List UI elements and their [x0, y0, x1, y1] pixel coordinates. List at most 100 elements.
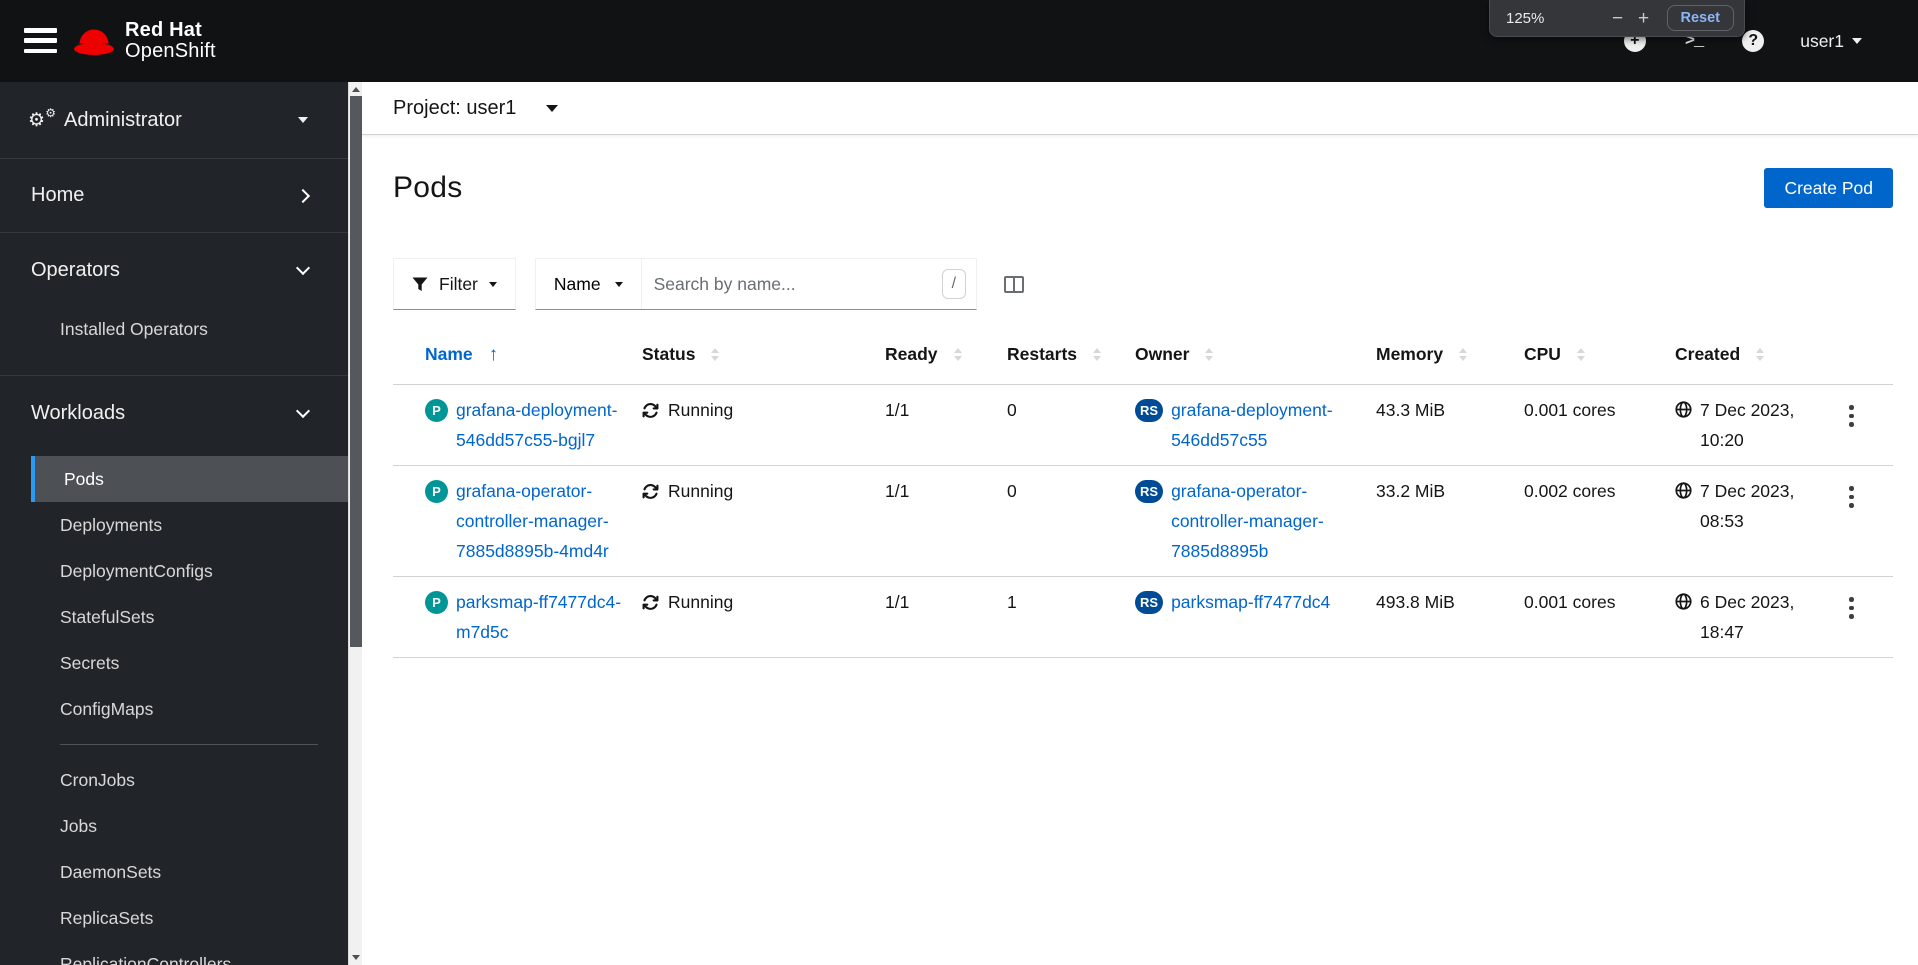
caret-down-icon: [614, 282, 623, 291]
owner-link[interactable]: grafana-operator-controller-manager-7885…: [1171, 476, 1360, 566]
sidebar-item-cronjobs[interactable]: CronJobs: [0, 757, 348, 803]
search-attribute-dropdown[interactable]: Name: [535, 259, 642, 309]
keyboard-shortcut-badge: /: [941, 269, 966, 299]
sidebar-section-operators[interactable]: Operators: [0, 233, 348, 307]
column-header-cpu[interactable]: CPU: [1524, 344, 1675, 365]
sidebar-item-replicationcontrollers[interactable]: ReplicationControllers: [0, 941, 348, 965]
user-menu[interactable]: user1: [1800, 31, 1862, 52]
project-selector[interactable]: Project: user1: [362, 82, 1918, 135]
chevron-down-icon: [295, 260, 311, 276]
memory-cell: 43.3 MiB: [1376, 400, 1446, 420]
caret-down-icon: [298, 117, 308, 128]
scrollbar-up-arrow-icon[interactable]: [349, 82, 363, 96]
sidebar-item-installed-operators[interactable]: Installed Operators: [0, 307, 348, 351]
perspective-switcher[interactable]: ⚙ ⚙ Administrator: [0, 82, 348, 159]
header-label: Status: [642, 344, 696, 364]
header-label: CPU: [1524, 344, 1561, 364]
sort-icon: [1756, 344, 1765, 365]
manage-columns-button[interactable]: [1003, 258, 1024, 310]
sidebar-item-deployments[interactable]: Deployments: [0, 502, 348, 548]
scrollbar-thumb[interactable]: [350, 96, 362, 647]
globe-timestamp-icon: [1675, 593, 1692, 610]
table-header-row: Name ↑ Status Ready Restarts Owner Memor…: [393, 325, 1893, 385]
caret-down-icon: [546, 104, 559, 118]
pod-name-link[interactable]: grafana-deployment-546dd57c55-bgjl7: [456, 395, 626, 455]
sync-running-icon: [642, 484, 659, 499]
globe-timestamp-icon: [1675, 401, 1692, 418]
search-box: /: [641, 259, 976, 309]
sort-icon: [1093, 344, 1102, 365]
filter-dropdown[interactable]: Filter: [393, 258, 516, 310]
row-kebab-menu[interactable]: [1845, 398, 1858, 434]
created-timestamp: 7 Dec 2023, 08:53: [1700, 481, 1795, 531]
sidebar-item-configmaps[interactable]: ConfigMaps: [0, 686, 348, 732]
section-label: Home: [31, 184, 85, 206]
filter-label: Filter: [439, 273, 478, 294]
column-header-created[interactable]: Created: [1675, 344, 1845, 365]
column-header-owner[interactable]: Owner: [1135, 344, 1376, 365]
owner-link[interactable]: parksmap-ff7477dc4: [1171, 587, 1330, 647]
status-text: Running: [668, 481, 734, 501]
page-title: Pods: [393, 171, 463, 204]
cpu-cell: 0.001 cores: [1524, 400, 1616, 420]
zoom-in-button[interactable]: +: [1631, 9, 1657, 28]
sidebar-item-replicasets[interactable]: ReplicaSets: [0, 895, 348, 941]
page-header: Pods Create Pod: [393, 161, 1893, 215]
row-kebab-menu[interactable]: [1845, 479, 1858, 515]
replicaset-badge: RS: [1135, 591, 1164, 614]
pod-name-link[interactable]: grafana-operator-controller-manager-7885…: [456, 476, 626, 566]
username: user1: [1800, 30, 1844, 51]
sidebar-section-home[interactable]: Home: [0, 159, 348, 233]
sidebar-item-pods[interactable]: Pods: [31, 456, 348, 502]
status-text: Running: [668, 400, 734, 420]
sort-icon: [1205, 344, 1214, 365]
column-header-ready[interactable]: Ready: [885, 344, 1007, 365]
sort-icon: [1576, 344, 1585, 365]
table-row: P grafana-deployment-546dd57c55-bgjl7 Ru…: [393, 385, 1893, 466]
search-input[interactable]: [641, 273, 942, 295]
sidebar-item-daemonsets[interactable]: DaemonSets: [0, 849, 348, 895]
chevron-down-icon: [295, 403, 311, 419]
nav-divider: [60, 744, 318, 745]
pod-name-link[interactable]: parksmap-ff7477dc4-m7d5c: [456, 587, 626, 647]
cpu-cell: 0.001 cores: [1524, 592, 1616, 612]
sidebar-scrollbar[interactable]: [348, 82, 362, 965]
openshift-logo[interactable]: Red Hat OpenShift: [73, 20, 216, 62]
header-label: Restarts: [1007, 344, 1078, 364]
table-row: P grafana-operator-controller-manager-78…: [393, 466, 1893, 577]
column-header-restarts[interactable]: Restarts: [1007, 344, 1135, 365]
create-pod-button[interactable]: Create Pod: [1764, 168, 1893, 208]
sidebar-item-deploymentconfigs[interactable]: DeploymentConfigs: [0, 548, 348, 594]
memory-cell: 33.2 MiB: [1376, 481, 1446, 501]
table-row: P parksmap-ff7477dc4-m7d5c Running 1/1 1…: [393, 577, 1893, 658]
row-kebab-menu[interactable]: [1845, 590, 1858, 626]
sidebar-item-jobs[interactable]: Jobs: [0, 803, 348, 849]
help-icon[interactable]: ?: [1742, 30, 1765, 52]
sidebar-item-secrets[interactable]: Secrets: [0, 640, 348, 686]
zoom-level: 125%: [1506, 9, 1545, 27]
brand-text: Red Hat OpenShift: [125, 20, 216, 62]
sidebar-nav: ⚙ ⚙ Administrator Home Operators Installe…: [0, 82, 348, 965]
perspective-label: Administrator: [64, 108, 182, 131]
sidebar-item-statefulsets[interactable]: StatefulSets: [0, 594, 348, 640]
scrollbar-down-arrow-icon[interactable]: [349, 951, 363, 965]
nav-toggle-icon[interactable]: [24, 28, 57, 53]
column-header-memory[interactable]: Memory: [1376, 344, 1524, 365]
owner-link[interactable]: grafana-deployment-546dd57c55: [1171, 395, 1360, 455]
zoom-reset-button[interactable]: Reset: [1666, 5, 1734, 31]
redhat-hat-icon: [74, 29, 114, 55]
restarts-cell: 0: [1007, 400, 1017, 420]
pod-badge: P: [425, 591, 448, 614]
cogs-icon: ⚙ ⚙: [28, 105, 56, 131]
sync-running-icon: [642, 403, 659, 418]
toolbar: Filter Name /: [393, 258, 1893, 310]
search-group: Name /: [534, 258, 977, 310]
zoom-out-button[interactable]: −: [1605, 9, 1631, 28]
column-header-status[interactable]: Status: [642, 344, 885, 365]
browser-zoom-popup: 125% − + Reset: [1489, 0, 1745, 37]
sidebar-section-workloads[interactable]: Workloads: [0, 376, 348, 450]
sort-icon: [711, 344, 720, 365]
column-header-name[interactable]: Name ↑: [393, 344, 642, 366]
search-attribute-label: Name: [553, 273, 601, 294]
section-label: Operators: [31, 258, 120, 281]
